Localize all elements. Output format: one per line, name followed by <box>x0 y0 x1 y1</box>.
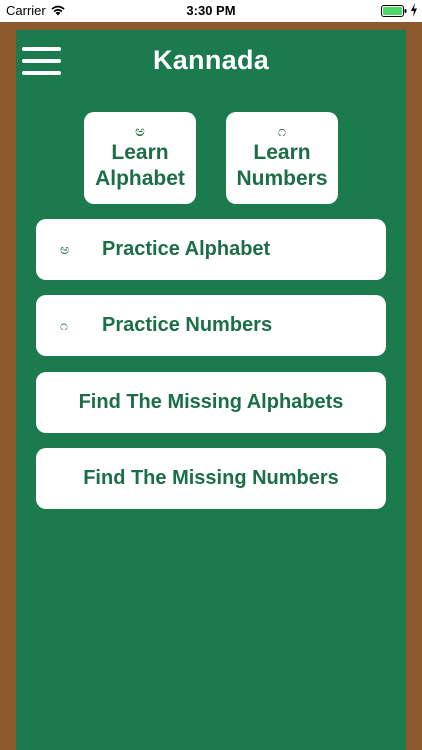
battery-icon <box>381 5 407 17</box>
button-label: Find The Missing Alphabets <box>78 391 344 413</box>
find-missing-numbers-button[interactable]: Find The Missing Numbers <box>36 448 386 509</box>
tile-label-line2: Alphabet <box>95 167 185 190</box>
button-label: Find The Missing Numbers <box>83 467 339 489</box>
kannada-digit-one-icon: ೧ <box>60 317 68 334</box>
learn-alphabet-button[interactable]: ಅ Learn Alphabet <box>84 112 196 204</box>
button-label: Practice Alphabet <box>102 238 271 260</box>
practice-alphabet-button[interactable]: ಅ Practice Alphabet <box>36 219 386 280</box>
tile-label-line1: Learn <box>253 141 311 164</box>
tile-label-line2: Numbers <box>236 167 328 190</box>
page-title: Kannada <box>152 45 270 75</box>
kannada-letter-a-icon: ಅ <box>135 122 145 140</box>
status-time: 3:30 PM <box>186 3 236 18</box>
kannada-letter-a-icon: ಅ <box>60 241 70 258</box>
practice-numbers-button[interactable]: ೧ Practice Numbers <box>36 295 386 356</box>
charging-icon <box>411 3 417 17</box>
kannada-digit-one-icon: ೧ <box>277 122 287 140</box>
status-bar: Carrier 3:30 PM <box>0 0 422 22</box>
board-frame: Kannada ಅ Learn Alphabet ೧ Learn Numbers… <box>0 22 422 750</box>
chalkboard: Kannada ಅ Learn Alphabet ೧ Learn Numbers… <box>16 30 406 750</box>
tile-label-line1: Learn <box>111 141 169 164</box>
find-missing-alphabets-button[interactable]: Find The Missing Alphabets <box>36 372 386 433</box>
button-label: Practice Numbers <box>102 314 273 336</box>
learn-numbers-button[interactable]: ೧ Learn Numbers <box>226 112 338 204</box>
